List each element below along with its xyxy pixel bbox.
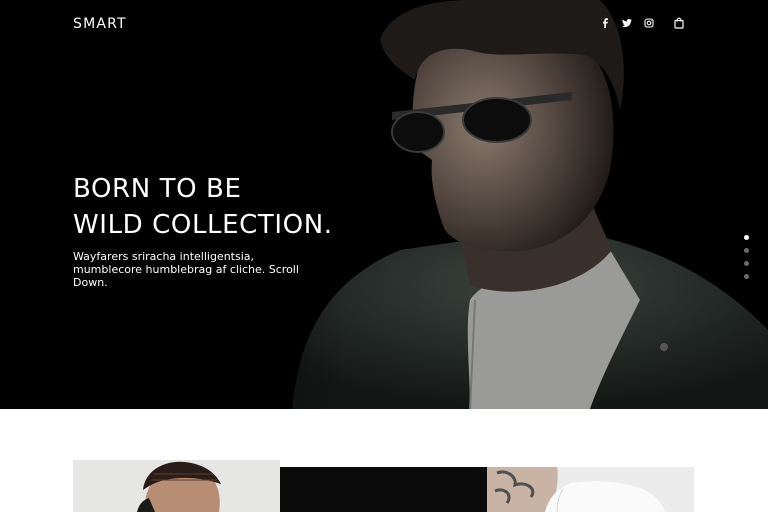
slider-dot-2[interactable] [744,248,749,253]
man-with-braided-hair-photo [73,460,280,512]
tattooed-man-white-tee-photo [487,467,694,512]
hero-title-line2: WILD COLLECTION. [73,210,333,240]
social-nav [596,14,692,32]
brand-logo[interactable]: SMART [73,16,127,32]
product-card-1[interactable] [73,460,280,512]
twitter-icon[interactable] [618,14,636,32]
shopping-bag-icon[interactable] [670,14,688,32]
hero-title: BORN TO BE WILD COLLECTION. [73,171,333,243]
facebook-icon[interactable] [596,14,614,32]
hero-section: SMART BORN TO BE WILD COLLECTION. Wayfar… [0,0,768,409]
hero-subtitle: Wayfarers sriracha intelligentsia, mumbl… [73,250,299,289]
product-card-3[interactable] [487,467,694,512]
slider-pagination [744,235,750,287]
black-garment-photo [280,467,487,512]
hero-title-line1: BORN TO BE [73,174,242,204]
product-card-2[interactable] [280,467,487,512]
slider-dot-1[interactable] [744,235,749,240]
slider-dot-3[interactable] [744,261,749,266]
slider-dot-4[interactable] [744,274,749,279]
instagram-icon[interactable] [640,14,658,32]
